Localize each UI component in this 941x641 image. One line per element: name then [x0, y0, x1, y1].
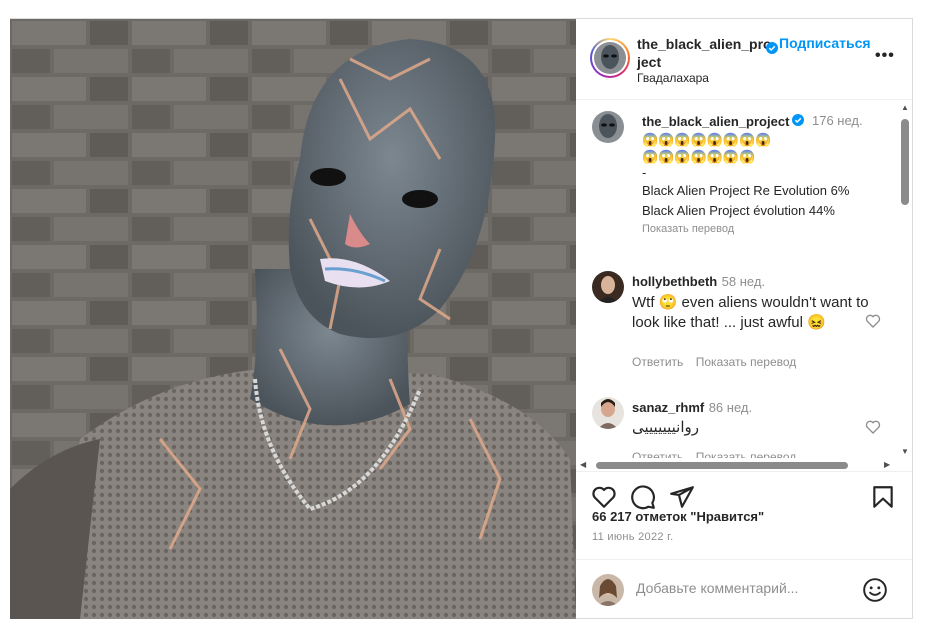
comment-age[interactable]: 86 нед. — [709, 400, 752, 415]
current-user-avatar — [592, 574, 624, 606]
caption-age[interactable]: 176 нед. — [812, 113, 863, 128]
comment-text: Wtf 🙄 even aliens wouldn't want to look … — [632, 294, 869, 331]
comments-horizontal-scrollbar[interactable]: ◀ ▶ — [576, 458, 912, 472]
comment-text: روانیییییییی — [632, 419, 700, 436]
story-ring[interactable] — [590, 38, 630, 78]
comment-username[interactable]: hollybethbeth — [632, 274, 717, 289]
scroll-left-arrow-icon[interactable]: ◀ — [580, 460, 586, 469]
caption-text-line: Black Alien Project Re Evolution 6% — [642, 183, 850, 198]
comment-like-heart-icon[interactable] — [865, 419, 881, 435]
comments-list[interactable]: the_black_alien_project 176 нед. 😱😱😱😱😱😱😱… — [576, 101, 912, 458]
comment-item: hollybethbeth 58 нед. Wtf 🙄 even aliens … — [632, 273, 872, 371]
author-avatar — [594, 42, 626, 74]
translate-button[interactable]: Показать перевод — [696, 450, 797, 458]
heart-icon[interactable] — [591, 484, 617, 510]
post-side-panel: the_black_alien_pro ject Подписаться Гва… — [576, 19, 912, 619]
vertical-scrollbar-thumb[interactable] — [901, 119, 909, 205]
likes-count[interactable]: 66 217 отметок "Нравится" — [592, 509, 764, 524]
comment-username[interactable]: sanaz_rhmf — [632, 400, 704, 415]
caption-username[interactable]: the_black_alien_project — [642, 114, 789, 129]
horizontal-scrollbar-thumb[interactable] — [596, 462, 848, 469]
comments-vertical-scrollbar[interactable]: ▲ ▼ — [898, 101, 912, 458]
commenter-avatar[interactable] — [592, 397, 624, 429]
caption-emoji-line: 😱😱😱😱😱😱😱 — [642, 149, 756, 164]
more-options-icon[interactable]: ••• — [875, 47, 895, 65]
post-location[interactable]: Гвадалахара — [637, 71, 709, 85]
comment-item: sanaz_rhmf 86 нед. روانیییییییی Ответить… — [632, 399, 872, 458]
commenter-avatar[interactable] — [592, 271, 624, 303]
translate-button[interactable]: Показать перевод — [696, 355, 797, 369]
caption-avatar[interactable] — [592, 111, 624, 143]
caption-emoji-line: 😱😱😱😱😱😱😱😱 — [642, 132, 772, 147]
add-comment-input[interactable] — [636, 580, 856, 596]
caption-translate-button[interactable]: Показать перевод — [642, 221, 892, 237]
scroll-down-arrow-icon[interactable]: ▼ — [901, 447, 909, 456]
add-comment-bar — [576, 559, 912, 619]
post-header: the_black_alien_pro ject Подписаться Гва… — [576, 19, 912, 100]
bookmark-icon[interactable] — [870, 484, 896, 510]
emoji-icon[interactable] — [862, 577, 888, 603]
reply-button[interactable]: Ответить — [632, 450, 683, 458]
follow-button[interactable]: Подписаться — [779, 35, 871, 51]
post-date[interactable]: 11 июнь 2022 г. — [592, 531, 673, 543]
scroll-up-arrow-icon[interactable]: ▲ — [901, 103, 909, 112]
photo-illustration — [10, 19, 576, 619]
caption-text-line: Black Alien Project évolution 44% — [642, 203, 835, 218]
comment-like-heart-icon[interactable] — [865, 313, 881, 329]
reply-button[interactable]: Ответить — [632, 355, 683, 369]
scroll-right-arrow-icon[interactable]: ▶ — [884, 460, 890, 469]
comment-age[interactable]: 58 нед. — [722, 274, 765, 289]
share-icon[interactable] — [669, 484, 695, 510]
verified-badge-icon — [792, 114, 804, 126]
author-username[interactable]: the_black_alien_pro ject — [637, 35, 779, 71]
verified-badge-icon — [766, 42, 778, 54]
caption: the_black_alien_project 176 нед. 😱😱😱😱😱😱😱… — [642, 113, 892, 237]
caption-dash: - — [642, 165, 647, 180]
post-dialog: the_black_alien_pro ject Подписаться Гва… — [10, 18, 913, 619]
post-photo[interactable] — [10, 19, 576, 619]
comment-icon[interactable] — [630, 484, 656, 510]
